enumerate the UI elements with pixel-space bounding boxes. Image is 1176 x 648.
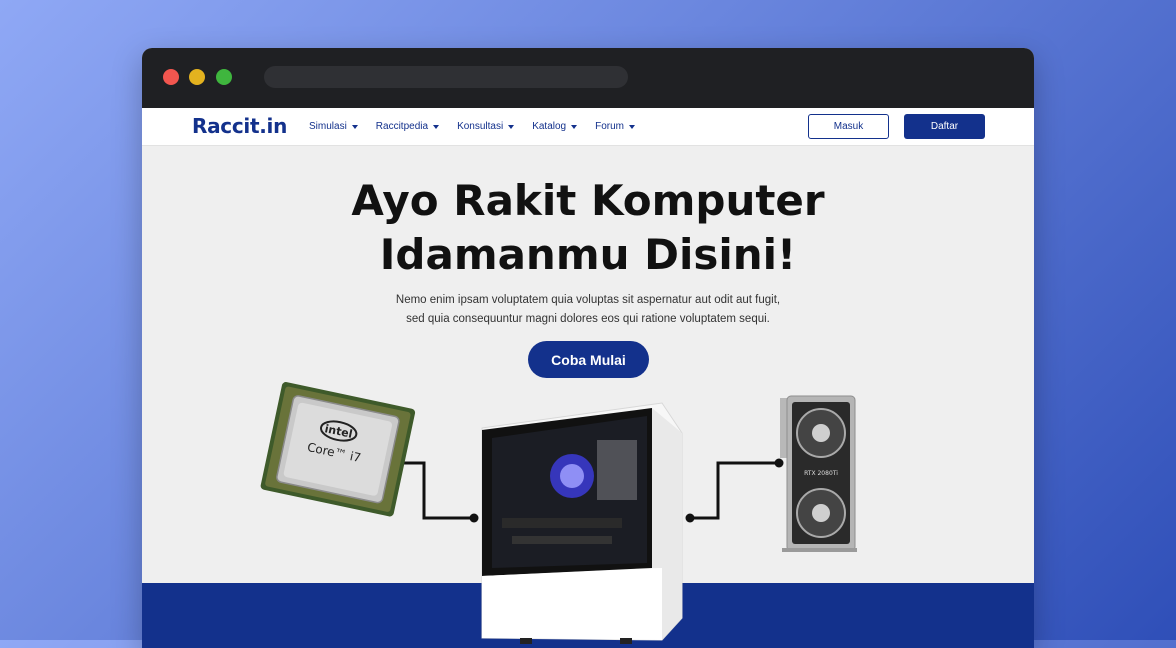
cpu-image: intel Core™ i7	[260, 382, 416, 517]
connector-dot	[469, 513, 479, 523]
browser-window: Raccit.in Simulasi Raccitpedia Konsultas…	[142, 48, 1034, 648]
connector-dot	[685, 513, 695, 523]
pc-case-image	[481, 402, 683, 644]
connector-dot	[774, 458, 784, 468]
gpu-image: RTX 2080Ti	[780, 395, 857, 552]
gpu-label-text: RTX 2080Ti	[804, 470, 838, 477]
hero-illustration: intel Core™ i7 RTX 2080Ti	[260, 382, 857, 644]
